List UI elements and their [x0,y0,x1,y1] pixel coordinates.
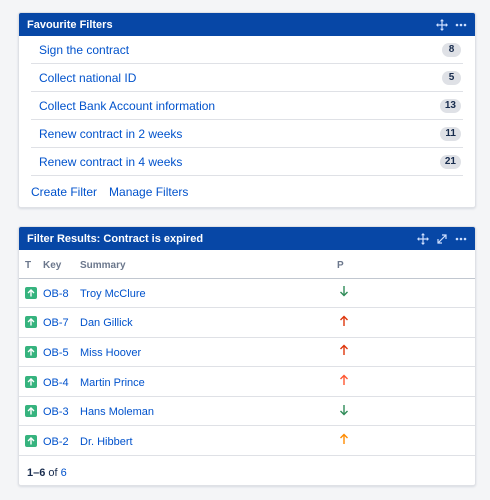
story-icon [25,405,37,418]
issue-key-link[interactable]: OB-4 [43,377,69,389]
maximize-icon[interactable] [436,233,448,245]
low-priority-icon [338,285,350,297]
move-icon[interactable] [417,232,429,245]
create-filter-link[interactable]: Create Filter [31,185,97,199]
issue-summary-link[interactable]: Troy McClure [80,288,146,300]
issue-summary-link[interactable]: Dan Gillick [80,317,133,329]
filter-link[interactable]: Collect national ID [39,71,442,85]
table-row[interactable]: OB-8 Troy McClure [19,278,475,309]
issue-summary-link[interactable]: Dr. Hibbert [80,436,133,448]
filter-row[interactable]: Collect Bank Account information 13 [31,92,463,120]
filter-row[interactable]: Renew contract in 4 weeks 21 [31,148,463,176]
highest-priority-icon [338,315,350,327]
count-badge: 5 [442,70,461,85]
low-priority-icon [338,404,350,416]
issue-summary-link[interactable]: Hans Moleman [80,406,154,418]
pagination-range: 1–6 [27,467,46,480]
filter-link[interactable]: Renew contract in 4 weeks [39,155,440,169]
filter-link[interactable]: Collect Bank Account information [39,99,440,113]
issue-key-link[interactable]: OB-5 [43,347,69,359]
column-header-summary[interactable]: Summary [80,250,337,279]
table-row[interactable]: OB-7 Dan Gillick [19,307,475,338]
count-badge: 11 [440,126,461,141]
filter-list: Sign the contract 8 Collect national ID … [19,36,475,176]
table-row[interactable]: OB-3 Hans Moleman [19,396,475,427]
gadget-header: Filter Results: Contract is expired [19,227,475,250]
pagination: 1–6 of 6 [19,456,475,479]
story-icon [25,316,37,329]
table-row[interactable]: OB-2 Dr. Hibbert [19,425,475,457]
count-badge: 8 [442,42,461,57]
filter-row[interactable]: Renew contract in 2 weeks 11 [31,120,463,148]
issue-key-link[interactable]: OB-2 [43,436,69,448]
filter-row[interactable]: Collect national ID 5 [31,64,463,92]
medium-priority-icon [338,433,350,445]
table-row[interactable]: OB-4 Martin Prince [19,366,475,397]
column-header-type[interactable]: T [19,250,43,279]
filter-link[interactable]: Renew contract in 2 weeks [39,127,440,141]
table-header-row: T Key Summary P [19,250,475,279]
issue-key-link[interactable]: OB-7 [43,317,69,329]
column-header-priority[interactable]: P [337,250,475,279]
table-row[interactable]: OB-5 Miss Hoover [19,337,475,368]
filter-results-gadget: Filter Results: Contract is expired T Ke… [18,226,476,486]
highest-priority-icon [338,344,350,356]
issue-key-link[interactable]: OB-3 [43,406,69,418]
gadget-title: Favourite Filters [27,18,113,31]
gadget-title: Filter Results: Contract is expired [27,232,204,245]
more-options-icon[interactable] [455,233,467,245]
high-priority-icon [338,374,350,386]
filter-link[interactable]: Sign the contract [39,43,442,57]
favourite-filters-gadget: Favourite Filters Sign the contract 8 Co… [18,12,476,208]
filter-row[interactable]: Sign the contract 8 [31,36,463,64]
story-icon [25,345,37,358]
story-icon [25,375,37,388]
story-icon [25,434,37,447]
more-options-icon[interactable] [455,19,467,31]
move-icon[interactable] [436,18,448,31]
issue-summary-link[interactable]: Miss Hoover [80,347,141,359]
results-table: T Key Summary P OB-8 Troy McClure OB-7 D… [19,250,475,457]
issue-key-link[interactable]: OB-8 [43,288,69,300]
column-header-key[interactable]: Key [43,250,80,279]
pagination-of: of [48,467,58,480]
manage-filters-link[interactable]: Manage Filters [109,185,188,199]
issue-summary-link[interactable]: Martin Prince [80,377,145,389]
count-badge: 21 [439,154,461,169]
story-icon [25,286,37,299]
pagination-total[interactable]: 6 [61,467,67,479]
count-badge: 13 [439,98,461,113]
gadget-header: Favourite Filters [19,13,475,36]
filter-actions: Create Filter Manage Filters [19,176,475,199]
